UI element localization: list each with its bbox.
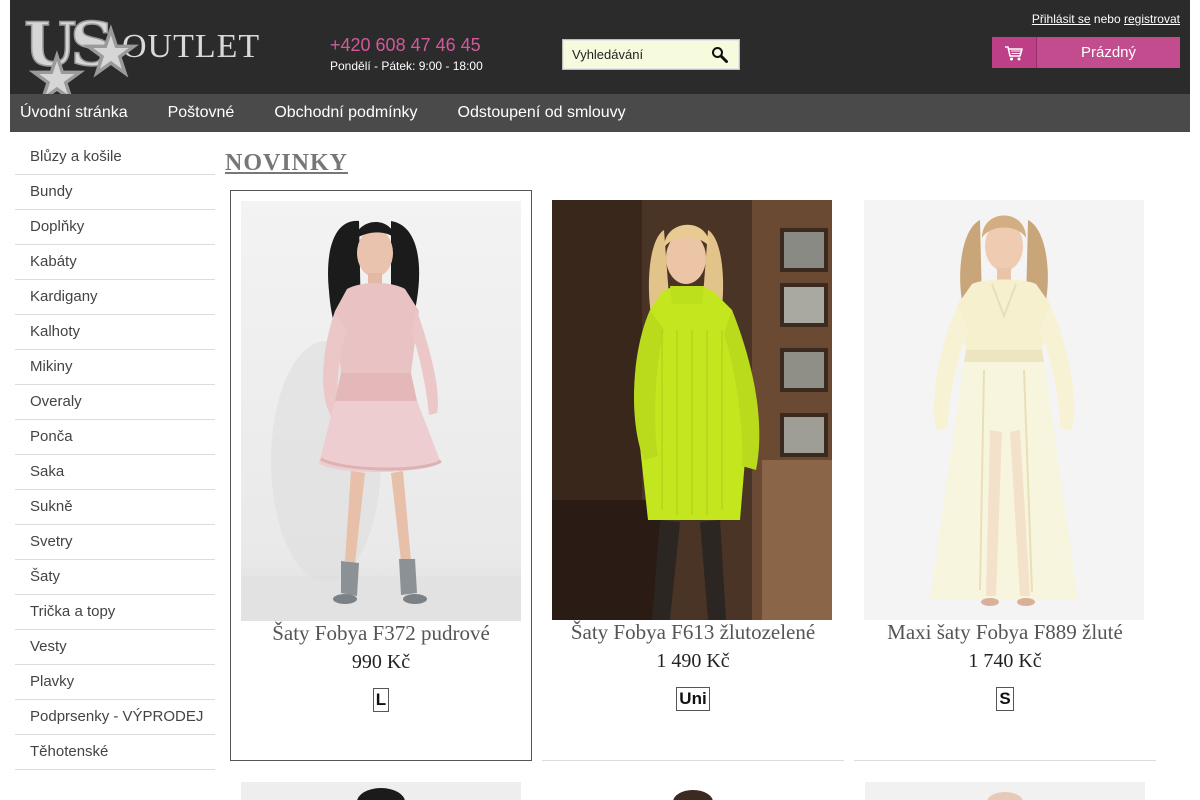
size-option[interactable]: S [996,687,1014,711]
product-photo[interactable] [241,201,521,621]
search-box [562,39,740,70]
product-card[interactable]: Šaty Fobya F372 pudrové 990 Kč L [230,190,532,761]
nav-item-shipping[interactable]: Poštovné [168,104,235,122]
nav-item-withdrawal[interactable]: Odstoupení od smlouvy [458,104,626,122]
product-sizes: S [854,687,1156,711]
sidebar-item-saka[interactable]: Saka [15,455,215,490]
cart-icon[interactable] [992,37,1037,68]
sidebar-item-tricka[interactable]: Trička a topy [15,595,215,630]
main-nav: Úvodní stránka Poštovné Obchodní podmínk… [10,94,1190,132]
product-name[interactable]: Šaty Fobya F372 pudrové [231,621,531,646]
section-title: NOVINKY [225,150,349,176]
account-links: Přihlásit se nebo registrovat [1032,12,1180,26]
register-link[interactable]: registrovat [1124,12,1180,26]
sidebar-item-kabaty[interactable]: Kabáty [15,245,215,280]
size-option[interactable]: L [372,688,390,712]
product-card[interactable]: Šaty Fobya F613 žlutozelené 1 490 Kč Uni [542,190,844,761]
star-icon: ★ [83,18,138,88]
sidebar-item-sukne[interactable]: Sukně [15,490,215,525]
logo-mark: US ★ ★ [23,14,138,110]
product-price: 1 490 Kč [656,650,730,672]
cart-status[interactable]: Prázdný [1037,37,1180,68]
sidebar-item-tehotenske[interactable]: Těhotenské [15,735,215,770]
category-sidebar: Blůzy a košile Bundy Doplňky Kabáty Kard… [15,140,215,770]
product-price: 990 Kč [351,651,411,673]
product-name[interactable]: Maxi šaty Fobya F889 žluté [854,620,1156,645]
sidebar-item-ponca[interactable]: Ponča [15,420,215,455]
sidebar-item-plavky[interactable]: Plavky [15,665,215,700]
product-photo[interactable] [865,782,1145,800]
product-photo[interactable] [241,782,521,800]
sidebar-item-doplnky[interactable]: Doplňky [15,210,215,245]
sidebar-item-kardigany[interactable]: Kardigany [15,280,215,315]
sidebar-item-svetry[interactable]: Svetry [15,525,215,560]
search-input[interactable] [563,47,703,62]
sidebar-item-bluzy[interactable]: Blůzy a košile [15,140,215,175]
product-name[interactable]: Šaty Fobya F613 žlutozelené [542,620,844,645]
sidebar-item-kalhoty[interactable]: Kalhoty [15,315,215,350]
product-sizes: Uni [542,687,844,711]
product-card[interactable]: Maxi šaty Fobya F889 žluté 1 740 Kč S [854,190,1156,761]
site-header: US ★ ★ OUTLET +420 608 47 46 45 Pondělí … [10,0,1190,110]
site-logo[interactable]: US ★ ★ OUTLET [23,14,264,110]
product-photo[interactable] [864,200,1144,620]
contact-info: +420 608 47 46 45 Pondělí - Pátek: 9:00 … [330,34,483,73]
phone-number: +420 608 47 46 45 [330,35,481,55]
sidebar-item-mikiny[interactable]: Mikiny [15,350,215,385]
search-icon[interactable] [711,46,729,64]
size-option[interactable]: Uni [676,687,710,711]
nav-item-terms[interactable]: Obchodní podmínky [274,104,417,122]
cart-button[interactable]: Prázdný [992,37,1180,68]
sidebar-item-podprsenky[interactable]: Podprsenky - VÝPRODEJ [15,700,215,735]
sidebar-item-overaly[interactable]: Overaly [15,385,215,420]
product-photo[interactable] [553,782,833,800]
logo-text: OUTLET [122,28,261,65]
login-separator: nebo [1093,12,1121,26]
sidebar-item-bundy[interactable]: Bundy [15,175,215,210]
product-price: 1 740 Kč [968,650,1042,672]
sidebar-item-vesty[interactable]: Vesty [15,630,215,665]
nav-item-home[interactable]: Úvodní stránka [20,104,128,122]
opening-hours: Pondělí - Pátek: 9:00 - 18:00 [330,59,483,73]
login-link[interactable]: Přihlásit se [1032,12,1091,26]
sidebar-item-saty[interactable]: Šaty [15,560,215,595]
product-photo[interactable] [552,200,832,620]
product-sizes: L [231,688,531,712]
